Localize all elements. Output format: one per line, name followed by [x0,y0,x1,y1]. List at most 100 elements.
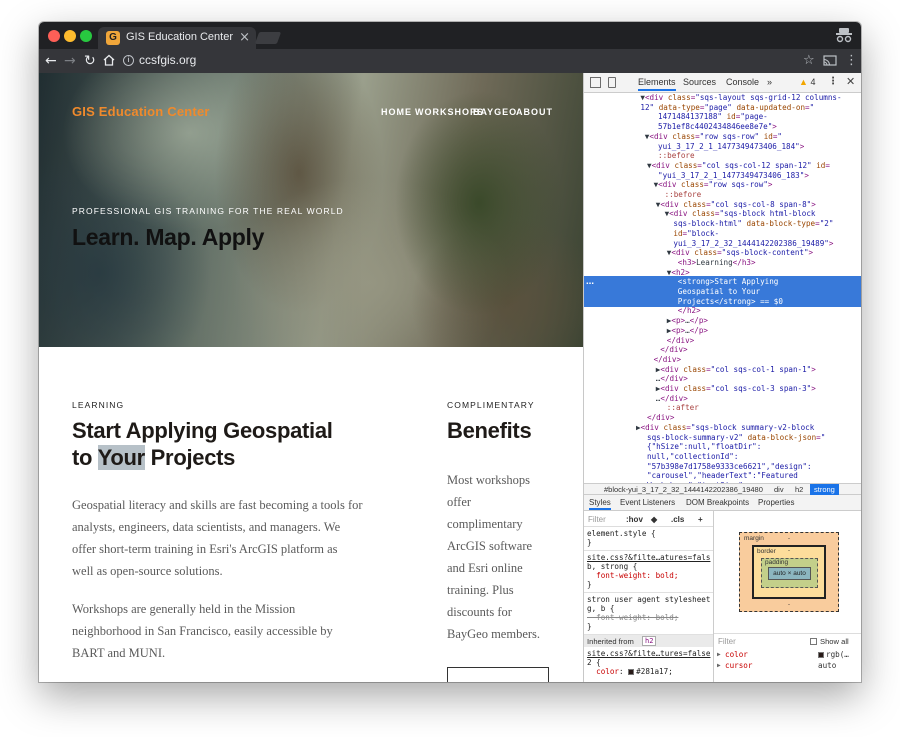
reload-icon[interactable]: ↻ [84,52,96,70]
new-rule-button[interactable]: + [698,515,703,524]
devtools-close-icon[interactable]: ✕ [846,75,855,88]
dom-node-line[interactable]: </div> [667,336,694,346]
tab-close-icon[interactable]: × [239,30,250,45]
crumb-div[interactable]: div [774,485,784,494]
nav-about[interactable]: ABOUT [516,107,553,117]
address-bar[interactable]: i ccsfgis.org [121,52,791,70]
rule-property[interactable]: font-weight: bold; [587,571,678,580]
dom-node-line[interactable]: </div> [647,413,674,423]
site-info-icon[interactable]: i [123,55,134,66]
box-model-padding[interactable]: padding auto × auto [761,558,818,588]
maximize-window-button[interactable] [80,30,92,42]
minimize-window-button[interactable] [64,30,76,42]
dom-node-line[interactable]: ▼<h2> [667,268,690,278]
class-toggle[interactable]: .cls [671,515,684,524]
style-rule-site-css[interactable]: site.css?&filte…atures=fals b, strong { … [584,551,713,593]
bookmark-star-icon[interactable]: ☆ [803,52,815,70]
dom-node-line[interactable]: </h2> [678,306,701,316]
expand-arrow-icon[interactable]: ▶ [717,662,721,669]
dom-node-line[interactable]: 57b1ef8c4402434846ee8e7e"> [658,122,777,132]
crumb-block[interactable]: #block-yui_3_17_2_32_1444142202386_19480 [604,485,763,494]
stylesheet-link[interactable]: site.css?&filte…atures=fals [587,553,710,562]
dom-node-line[interactable]: ▼<div class="sqs-block html-block [665,209,816,219]
dom-node-line[interactable]: id="block- [673,229,719,239]
dom-node-line[interactable]: sqs-block-summary-v2" data-block-json=" [647,433,825,443]
computed-row-color[interactable]: ▶ color rgb(… [714,650,861,661]
crumb-strong[interactable]: strong [810,484,839,495]
crumb-h2[interactable]: h2 [795,485,803,494]
dom-node-line[interactable]: ▼<div class="sqs-layout sqs-grid-12 colu… [640,93,841,103]
dom-node-line[interactable]: ::before [665,190,702,200]
warning-counter[interactable]: ▲ 4 [799,77,815,87]
styles-filter-input[interactable]: Filter [588,515,606,524]
dom-tree[interactable]: … ▼<div class="sqs-layout sqs-grid-12 co… [584,93,861,483]
dom-node-line[interactable]: ::before [658,151,695,161]
inherited-tag[interactable]: h2 [642,636,657,646]
dom-node-line[interactable]: "57b398e7d1758e9333ce6621","design": [647,462,812,472]
dom-node-line[interactable]: </div> [660,345,687,355]
node-actions-ellipsis[interactable]: … [586,277,594,286]
tab-sources[interactable]: Sources [683,77,716,87]
benefits-button[interactable] [447,667,549,682]
device-toolbar-icon[interactable] [608,77,616,88]
color-swatch[interactable] [628,669,635,675]
tab-styles[interactable]: Styles [589,498,611,510]
close-window-button[interactable] [48,30,60,42]
nav-baygeo[interactable]: BAYGEO [473,107,517,117]
tab-console[interactable]: Console [726,77,759,87]
dom-node-line[interactable]: null,"collectionId": [647,452,738,462]
forward-arrow-icon[interactable]: → [64,52,76,70]
menu-kebab-icon[interactable]: ⋮ [845,52,858,70]
dom-node-line[interactable]: ▶<div class="sqs-block summary-v2-block [636,423,814,433]
dom-node-line[interactable]: ▶<p>…</p> [667,316,708,326]
back-arrow-icon[interactable]: ← [45,52,57,70]
style-rule-inherited[interactable]: site.css?&filte…tures=false 2 { color: #… [584,647,713,682]
dom-node-line[interactable]: ▶<p>…</p> [667,326,708,336]
dom-node-line[interactable]: yui_3_17_2_32_1444142202386_19489"> [673,239,833,249]
dom-node-line[interactable]: sqs-block-html" data-block-type="2" [673,219,833,229]
dom-node-line[interactable]: ▼<div class="row sqs-row" id=" [645,132,782,142]
dom-node-line[interactable]: …</div> [656,394,688,404]
devtools-menu-icon[interactable]: ⋮ [828,76,838,87]
dom-node-line[interactable]: "carousel","headerText":"Featured [647,471,798,481]
tab-elements[interactable]: Elements [638,77,676,91]
dom-node-line[interactable]: ::after [667,403,699,413]
dom-node-line[interactable]: <h3>Learning</h3> [678,258,756,268]
browser-tab[interactable]: G GIS Education Center × [98,27,256,49]
dom-node-line[interactable]: ▼<div class="row sqs-row"> [654,180,773,190]
more-tabs-button[interactable]: » [767,77,772,87]
style-rule-element[interactable]: element.style { } [584,527,713,551]
stylesheet-link[interactable]: site.css?&filte…tures=false [587,649,710,658]
site-logo[interactable]: GIS Education Center [72,104,210,119]
inspect-element-icon[interactable] [590,77,601,88]
style-rule-user-agent[interactable]: stron user agent stylesheet g, b { font-… [584,593,713,635]
dom-node-line[interactable]: {"hSize":null,"floatDir": [647,442,761,452]
computed-filter-input[interactable]: Filter [718,637,736,646]
dom-node-line[interactable]: ▶<div class="col sqs-col-3 span-3"> [656,384,816,394]
color-format-icon[interactable]: ◆ [651,515,657,524]
dom-node-line[interactable]: ▼<div class="sqs-block-content"> [667,248,813,258]
dom-node-line[interactable]: Projects</strong> == $0 [678,297,783,307]
cast-icon[interactable] [823,55,837,66]
box-model-content[interactable]: auto × auto [768,567,811,580]
dom-node-line[interactable]: "yui_3_17_2_1_1477349473406_183"> [658,171,809,181]
expand-arrow-icon[interactable]: ▶ [717,651,721,658]
dom-node-line[interactable]: ▼<div class="col sqs-col-12 span-12" id= [647,161,830,171]
home-icon[interactable] [103,54,115,66]
tab-properties[interactable]: Properties [758,498,794,507]
tab-dom-breakpoints[interactable]: DOM Breakpoints [686,498,749,507]
dom-node-line[interactable]: ▼<div class="col sqs-col-8 span-8"> [656,200,816,210]
dom-node-line[interactable]: 1471484137188" id="page- [658,112,768,122]
show-all-checkbox[interactable]: Show all [810,637,849,646]
dom-node-line[interactable]: yui_3_17_2_1_1477349473406_184"> [658,142,804,152]
dom-node-line[interactable]: 12" data-type="page" data-updated-on=" [640,103,814,113]
nav-home[interactable]: HOME [381,107,412,117]
hover-state-toggle[interactable]: :hov [626,515,643,524]
new-tab-button[interactable] [254,32,282,44]
dom-node-line[interactable]: ▶<div class="col sqs-col-1 span-1"> [656,365,816,375]
tab-event-listeners[interactable]: Event Listeners [620,498,675,507]
dom-node-line[interactable]: …</div> [656,374,688,384]
box-model-border[interactable]: border - padding auto × auto [752,545,826,599]
computed-row-cursor[interactable]: ▶ cursor auto [714,661,861,672]
dom-node-line[interactable]: </div> [654,355,681,365]
